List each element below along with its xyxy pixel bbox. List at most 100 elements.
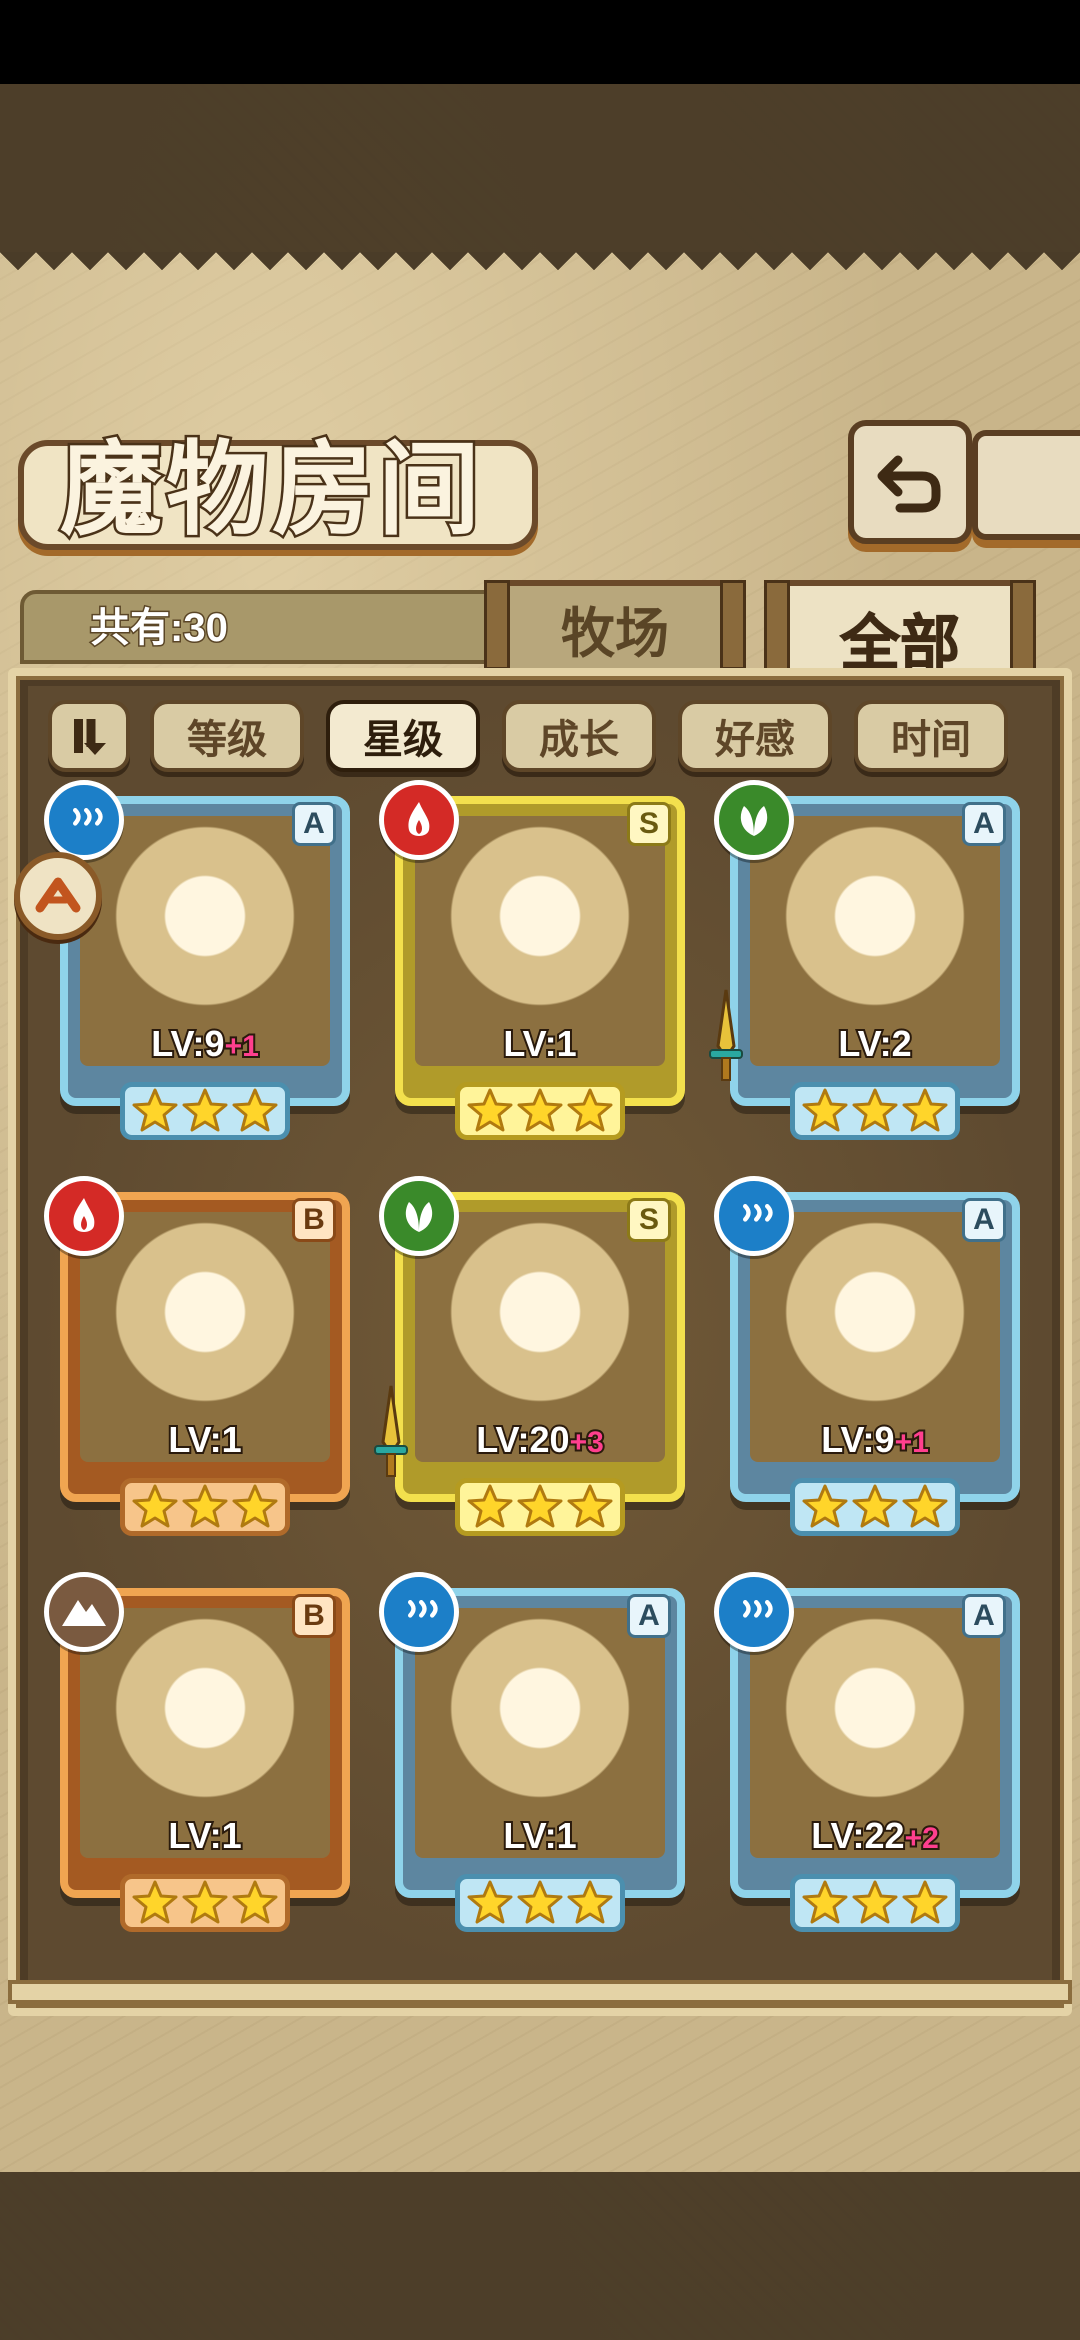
star-icon: [132, 1484, 178, 1528]
monster-count: 共有:30: [89, 605, 230, 652]
star-icon: [902, 1088, 948, 1132]
star-icon: [182, 1484, 228, 1528]
panel-bottom-frame: [8, 1980, 1072, 2004]
sort-level-button[interactable]: 等级: [150, 700, 304, 772]
star-rating: [790, 1082, 960, 1140]
level-text: LV:22: [809, 1813, 906, 1858]
level-text: LV:9: [819, 1417, 896, 1462]
map-band-top: [0, 84, 1080, 254]
level-text: LV:20: [474, 1417, 571, 1462]
sword-icon: [709, 989, 743, 1081]
level-text: LV:1: [166, 1417, 243, 1462]
monster-card[interactable]: B LV:1: [44, 1572, 356, 1938]
rank-badge: S: [627, 802, 671, 846]
monster-card[interactable]: S LV:20+3: [374, 1176, 691, 1542]
level-bonus: +1: [223, 1028, 261, 1065]
grass-element-icon: [714, 780, 794, 860]
sword-icon: [374, 1385, 408, 1477]
star-icon: [517, 1880, 563, 1924]
star-icon: [852, 1880, 898, 1924]
skill-badge-icon: [35, 877, 81, 913]
monster-level: LV:9+1: [80, 1021, 330, 1066]
star-icon: [802, 1088, 848, 1132]
star-icon: [182, 1088, 228, 1132]
star-icon: [182, 1880, 228, 1924]
star-rating: [120, 1478, 290, 1536]
monster-level: LV:22+2: [750, 1813, 1000, 1858]
water-element-icon: [379, 1572, 459, 1652]
water-element-icon: [714, 1176, 794, 1256]
monster-card[interactable]: A LV:22+2: [714, 1572, 1026, 1938]
monster-level: LV:1: [80, 1417, 330, 1462]
star-icon: [232, 1484, 278, 1528]
sort-affection-button[interactable]: 好感: [678, 700, 832, 772]
star-rating: [120, 1874, 290, 1932]
rank-badge: A: [962, 1198, 1006, 1242]
rank-badge: A: [627, 1594, 671, 1638]
monster-level: LV:1: [415, 1021, 665, 1066]
rank-badge: A: [962, 802, 1006, 846]
monster-level: LV:9+1: [750, 1417, 1000, 1462]
star-rating: [455, 1082, 625, 1140]
monster-card[interactable]: B LV:1: [44, 1176, 356, 1542]
water-element-icon: [714, 1572, 794, 1652]
level-text: LV:1: [501, 1813, 578, 1858]
fire-element-icon: [379, 780, 459, 860]
monster-card[interactable]: A LV:9+1: [44, 780, 356, 1146]
monster-card[interactable]: A LV:9+1: [714, 1176, 1026, 1542]
sort-order-icon: [74, 719, 106, 755]
star-rating: [455, 1874, 625, 1932]
level-text: LV:2: [836, 1021, 913, 1066]
star-icon: [902, 1484, 948, 1528]
sort-star-button[interactable]: 星级: [326, 700, 480, 772]
grass-element-icon: [379, 1176, 459, 1256]
water-element-icon: [44, 780, 124, 860]
sort-order-toggle[interactable]: [48, 700, 130, 772]
star-icon: [467, 1880, 513, 1924]
tab-ranch[interactable]: 牧场: [484, 580, 746, 670]
star-icon: [567, 1880, 613, 1924]
star-icon: [852, 1088, 898, 1132]
zigzag-border: [0, 252, 1080, 288]
monster-level: LV:1: [80, 1813, 330, 1858]
star-icon: [517, 1484, 563, 1528]
rank-badge: B: [292, 1198, 336, 1242]
level-text: LV:1: [166, 1813, 243, 1858]
star-icon: [852, 1484, 898, 1528]
level-bonus: +2: [903, 1820, 941, 1857]
fire-element-icon: [44, 1176, 124, 1256]
status-bar: [0, 0, 1080, 84]
star-icon: [232, 1880, 278, 1924]
level-text: LV:1: [501, 1021, 578, 1066]
star-icon: [132, 1088, 178, 1132]
level-bonus: +1: [893, 1424, 931, 1461]
rank-badge: B: [292, 1594, 336, 1638]
level-bonus: +3: [568, 1424, 606, 1461]
skill-badge[interactable]: [14, 852, 102, 940]
monster-card[interactable]: A LV:1: [379, 1572, 691, 1938]
rank-badge: S: [627, 1198, 671, 1242]
star-rating: [790, 1478, 960, 1536]
level-text: LV:9: [149, 1021, 226, 1066]
sort-time-button[interactable]: 时间: [854, 700, 1008, 772]
back-button-bar: [972, 430, 1080, 540]
star-icon: [132, 1880, 178, 1924]
back-arrow-icon: [877, 455, 941, 513]
map-band-bottom: [0, 2170, 1080, 2340]
monster-card[interactable]: A LV:2: [709, 780, 1026, 1146]
star-rating: [455, 1478, 625, 1536]
star-icon: [467, 1088, 513, 1132]
monster-level: LV:2: [750, 1021, 1000, 1066]
star-icon: [567, 1088, 613, 1132]
rank-badge: A: [962, 1594, 1006, 1638]
star-icon: [902, 1880, 948, 1924]
rank-badge: A: [292, 802, 336, 846]
star-rating: [120, 1082, 290, 1140]
sort-growth-button[interactable]: 成长: [502, 700, 656, 772]
earth-element-icon: [44, 1572, 124, 1652]
star-icon: [517, 1088, 563, 1132]
star-rating: [790, 1874, 960, 1932]
monster-level: LV:20+3: [415, 1417, 665, 1462]
back-button[interactable]: [848, 420, 972, 544]
monster-card[interactable]: S LV:1: [379, 780, 691, 1146]
